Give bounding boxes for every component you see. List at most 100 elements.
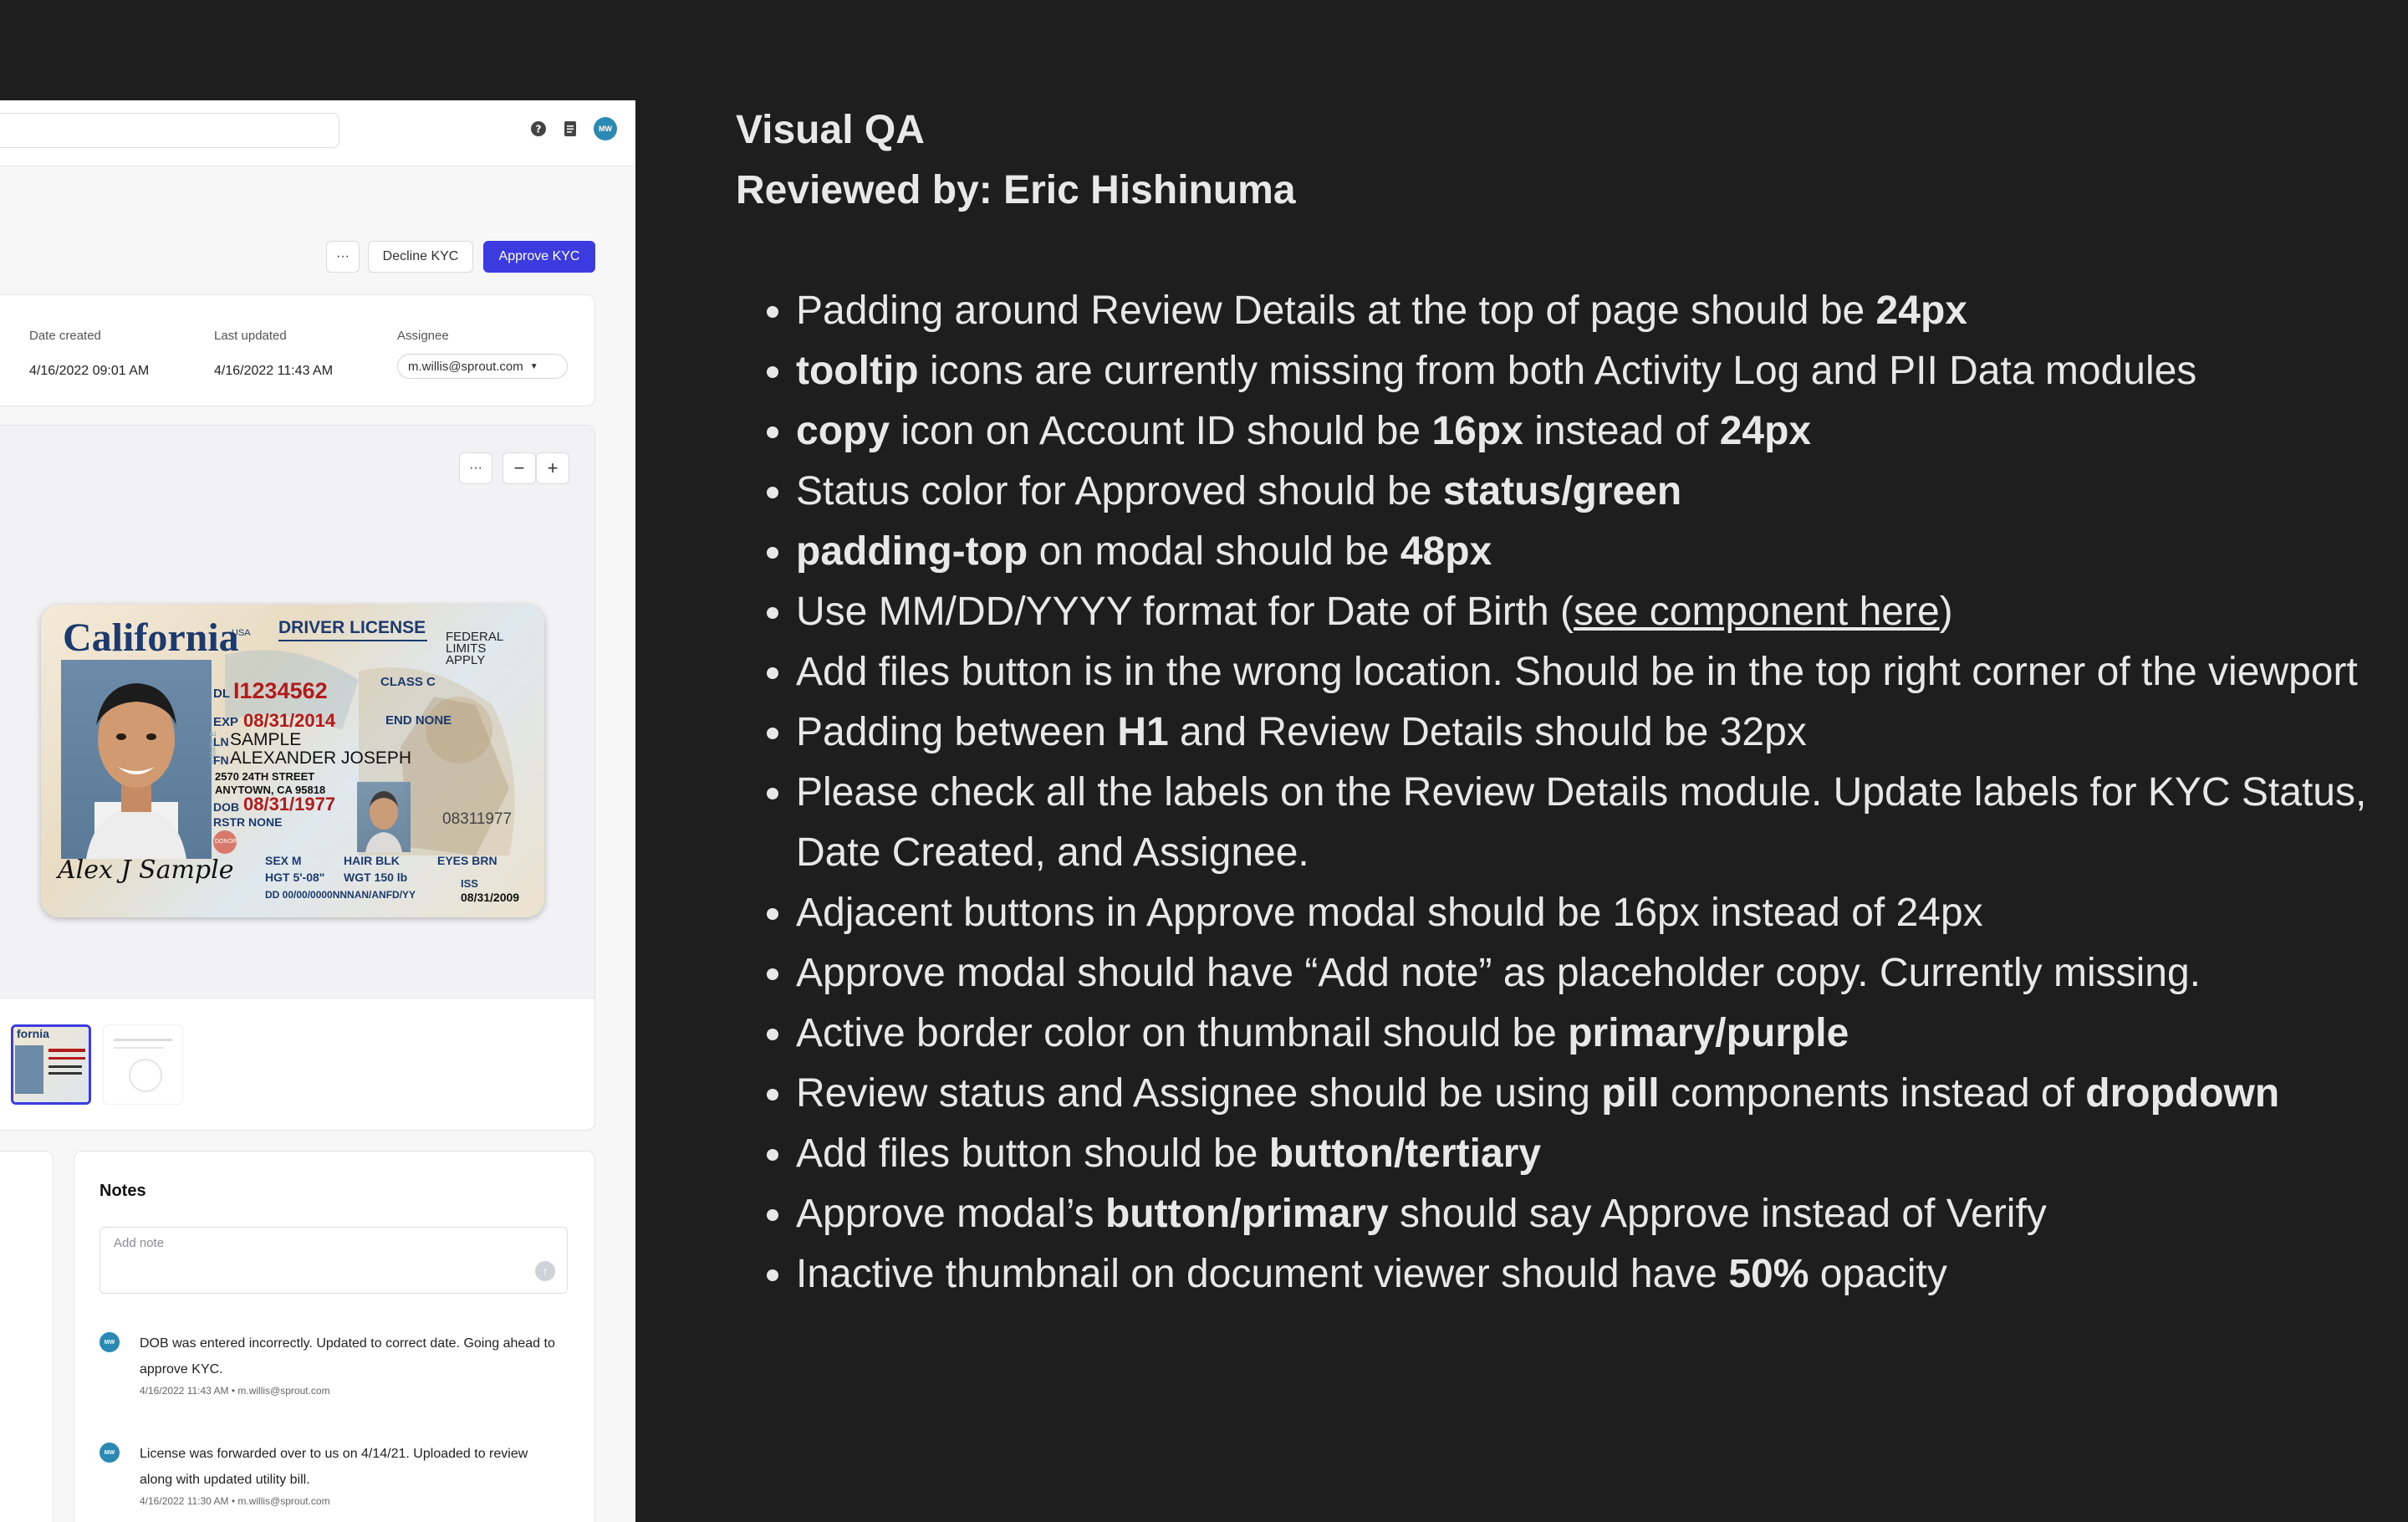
qa-emphasis: 48px [1400, 529, 1492, 574]
date-created-label: Date created [29, 329, 101, 343]
qa-link[interactable]: see component here [1574, 590, 1940, 634]
qa-item: Inactive thumbnail on document viewer sh… [796, 1244, 2375, 1305]
dl-number: I1234562 [233, 678, 328, 703]
note-avatar: MW [99, 1443, 120, 1463]
date-created-value: 4/16/2022 09:01 AM [29, 364, 150, 378]
qa-emphasis: dropdown [2085, 1071, 2280, 1116]
qa-emphasis: 24px [1875, 289, 1967, 333]
qa-item: Active border color on thumbnail should … [796, 1004, 2375, 1064]
qa-item: Add files button is in the wrong locatio… [796, 642, 2375, 702]
qa-item: Padding around Review Details at the top… [796, 281, 2375, 341]
weight: WGT 150 lb [344, 871, 408, 884]
qa-item: Use MM/DD/YYYY format for Date of Birth … [796, 582, 2375, 642]
caret-down-icon: ▼ [529, 361, 538, 371]
assignee-value: m.willis@sprout.com [408, 359, 523, 374]
last-name: SAMPLE [230, 730, 302, 749]
qa-emphasis: button/primary [1105, 1192, 1389, 1236]
restrictions: RSTR NONE [213, 815, 283, 829]
qa-item: Padding between H1 and Review Details sh… [796, 702, 2375, 763]
last-updated-label: Last updated [214, 329, 287, 343]
qa-emphasis: copy [796, 409, 890, 453]
qa-emphasis: tooltip [796, 349, 919, 393]
note-item: MW DOB was entered incorrectly. Updated … [99, 1330, 555, 1414]
note-text: DOB was entered incorrectly. Updated to … [140, 1336, 555, 1376]
review-details-card: Date created 4/16/2022 09:01 AM Last upd… [0, 294, 595, 406]
decline-kyc-button[interactable]: Decline KYC [368, 241, 473, 273]
license-signature: Alex J Sample [58, 855, 234, 885]
document-viewer-card: ··· − + California USA DRIVER LICENSE FE… [0, 425, 595, 1131]
qa-item: Approve modal’s button/primary should sa… [796, 1184, 2375, 1244]
thumbnail-label: fornia [17, 1027, 49, 1040]
license-photo [61, 660, 212, 859]
side-module-card [0, 1151, 54, 1522]
license-federal-limits: FEDERAL LIMITS APPLY [446, 630, 504, 667]
note-item: MW License was forwarded over to us on 4… [99, 1441, 534, 1522]
add-note-placeholder: Add note [114, 1236, 165, 1250]
dd-number: DD 00/00/0000NNNAN/ANFD/YY [265, 889, 416, 901]
exp-date: 08/31/2014 [243, 710, 336, 731]
notes-card: Notes Add note ↑ MW DOB was entered inco… [74, 1151, 595, 1522]
qa-emphasis: button/tertiary [1268, 1131, 1542, 1176]
qa-item: Adjacent buttons in Approve modal should… [796, 883, 2375, 943]
qa-item: Review status and Assignee should be usi… [796, 1064, 2375, 1124]
driver-license-image: California USA DRIVER LICENSE FEDERAL LIM… [41, 605, 544, 917]
note-meta: 4/16/2022 11:43 AM • m.willis@sprout.com [140, 1385, 330, 1397]
dl-label: DL [213, 687, 230, 701]
dob-label: DOB [213, 800, 240, 814]
qa-reviewer: Reviewed by: Eric Hishinuma [736, 168, 1296, 212]
qa-emphasis: status/green [1442, 469, 1682, 513]
qa-item: Please check all the labels on the Revie… [796, 763, 2375, 883]
thumbnail-inactive[interactable] [103, 1024, 183, 1105]
qa-item: tooltip icons are currently missing from… [796, 341, 2375, 401]
qa-emphasis: H1 [1117, 710, 1169, 754]
sex: SEX M [265, 854, 302, 867]
search-input[interactable] [0, 113, 339, 148]
last-updated-value: 4/16/2022 11:43 AM [214, 364, 334, 378]
assignee-label: Assignee [397, 329, 449, 343]
user-avatar[interactable]: MW [594, 117, 617, 140]
send-note-icon[interactable]: ↑ [535, 1261, 555, 1281]
first-name: ALEXANDER JOSEPH [230, 748, 412, 768]
dob-value: 08/31/1977 [243, 794, 336, 815]
height: HGT 5'-08" [265, 871, 325, 884]
qa-emphasis: 50% [1728, 1252, 1809, 1296]
license-ghost-photo [357, 782, 411, 852]
fn-label: FN [213, 753, 229, 767]
qa-emphasis: 24px [1719, 409, 1812, 453]
add-note-input[interactable]: Add note ↑ [99, 1227, 568, 1294]
viewer-more-button[interactable]: ··· [459, 452, 492, 484]
iss-date: 08/31/2009 [461, 891, 520, 904]
eyes: EYES BRN [437, 854, 497, 867]
qa-item: padding-top on modal should be 48px [796, 522, 2375, 582]
qa-emphasis: primary/purple [1568, 1011, 1849, 1055]
zoom-in-button[interactable]: + [536, 452, 569, 484]
document-icon[interactable] [559, 117, 582, 140]
thumbnail-photo [15, 1045, 43, 1094]
endorsements: END NONE [385, 713, 452, 728]
hair: HAIR BLK [344, 854, 400, 867]
qa-emphasis: padding-top [796, 529, 1028, 574]
ln-label: LN [213, 735, 229, 748]
qa-item: copy icon on Account ID should be 16px i… [796, 401, 2375, 462]
visual-qa-panel: Visual QA Reviewed by: Eric Hishinuma Pa… [736, 100, 2375, 1305]
help-icon[interactable]: ? [527, 117, 550, 140]
notes-title: Notes [99, 1182, 146, 1200]
license-country: USA [232, 628, 251, 638]
qa-emphasis: pill [1601, 1071, 1660, 1116]
donor-label: DONOR [215, 839, 237, 845]
qa-list: Padding around Review Details at the top… [736, 281, 2375, 1305]
qa-title: Visual QA [736, 108, 925, 152]
top-bar: ? MW [0, 100, 635, 166]
approve-kyc-button[interactable]: Approve KYC [483, 241, 595, 273]
exp-label: EXP [213, 715, 239, 729]
assignee-dropdown[interactable]: m.willis@sprout.com ▼ [397, 354, 568, 379]
iss-label: ISS [461, 877, 478, 890]
zoom-out-button[interactable]: − [503, 452, 536, 484]
kyc-review-app: ? MW ··· Decline KYC Approve KYC Date cr… [0, 100, 635, 1522]
note-avatar: MW [99, 1332, 120, 1352]
more-actions-button[interactable]: ··· [326, 241, 360, 273]
thumbnail-active[interactable]: fornia [11, 1024, 91, 1105]
license-state: California [63, 615, 239, 660]
license-class: CLASS C [380, 675, 436, 689]
qa-item: Approve modal should have “Add note” as … [796, 943, 2375, 1004]
